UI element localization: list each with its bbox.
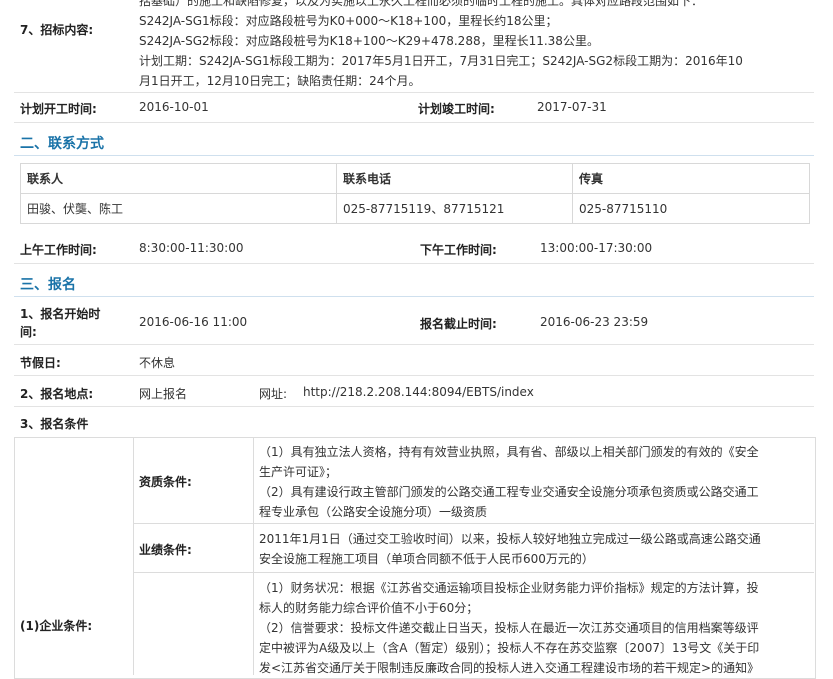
qualification-text: （1）具有独立法人资格，持有有效营业执照，具有省、部级以上相关部门颁发的有效的《… [259,442,809,522]
reg-place-label: 2、报名地点: [20,387,94,401]
contact-table-header: 联系人 联系电话 传真 [20,163,810,194]
tender-content-label: 7、招标内容: [20,23,94,37]
enterprise-conditions-label: (1)企业条件: [20,619,93,633]
holiday-label: 节假日: [20,356,61,370]
section-divider [14,155,814,156]
reg-url-label: 网址: [259,387,288,401]
reg-end-label: 报名截止时间: [420,317,497,331]
performance-line: 2011年1月1日（通过交工验收时间）以来，投标人较好地独立完成过一级公路或高速… [259,532,761,546]
contact-table: 联系人 联系电话 传真 田骏、伏龑、陈工 025-87715119、877151… [20,163,810,224]
holiday-value: 不休息 [139,356,176,370]
divider [14,344,814,345]
contact-person: 田骏、伏龑、陈工 [20,193,337,224]
enterprise-text: （1）财务状况：根据《江苏省交通运输项目投标企业财务能力评价指标》规定的方法计算… [259,578,809,678]
divider [14,375,814,376]
qualification-line: 生产许可证》； [259,465,338,479]
tender-content-line: 月1日开工，12月10日完工；缺陷责任期：24个月。 [139,74,421,88]
tender-content-line: S242JA-SG2标段：对应路段桩号为K18+100～K29+478.288，… [139,34,599,48]
divider [133,523,814,524]
enterprise-line: 标人的财务能力综合评价值不小于60分； [259,601,479,615]
contact-section-title: 二、联系方式 [20,136,104,152]
tender-content-line: 计划工期：S242JA-SG1标段工期为：2017年5月1日开工，7月31日完工… [139,54,743,68]
section-divider [14,296,814,297]
planned-start-label: 计划开工时间: [20,102,97,116]
tender-content-text: 括基础）的施工和缺陷修复，以及为实施以上永久工程而必须的临时工程的施工。具体对应… [139,0,819,91]
pm-hours-label: 下午工作时间: [420,243,497,257]
reg-start-label: 1、报名开始时 间: [20,305,100,341]
registration-section-title: 三、报名 [20,277,76,293]
divider [14,263,814,264]
contact-header-person: 联系人 [20,163,337,194]
reg-place-value: 网上报名 [139,387,188,401]
qualification-line: （2）具有建设行政主管部门颁发的公路交通工程专业交通安全设施分项承包资质或公路交… [259,485,759,499]
reg-conditions-label: 3、报名条件 [20,417,89,431]
qualification-label: 资质条件: [139,475,192,489]
reg-url-link[interactable]: http://218.2.208.144:8094/EBTS/index [303,385,534,399]
am-hours-value: 8:30:00-11:30:00 [139,241,244,255]
reg-start-label-line: 间: [20,325,37,339]
divider [14,92,814,93]
table-row: 田骏、伏龑、陈工 025-87715119、87715121 025-87715… [20,193,810,224]
divider [14,122,814,123]
enterprise-line: （1）财务状况：根据《江苏省交通运输项目投标企业财务能力评价指标》规定的方法计算… [259,581,759,595]
performance-text: 2011年1月1日（通过交工验收时间）以来，投标人较好地独立完成过一级公路或高速… [259,529,809,569]
planned-start-value: 2016-10-01 [139,100,209,114]
reg-end-value: 2016-06-23 23:59 [540,315,649,329]
contact-header-fax: 传真 [572,163,810,194]
qualification-line: 程专业承包（公路安全设施分项）一级资质 [259,505,488,519]
contact-phone: 025-87715119、87715121 [336,193,573,224]
tender-content-line: 括基础）的施工和缺陷修复，以及为实施以上永久工程而必须的临时工程的施工。具体对应… [139,0,704,8]
divider [253,437,254,675]
performance-label: 业绩条件: [139,543,192,557]
planned-end-value: 2017-07-31 [537,100,607,114]
divider [133,572,814,573]
am-hours-label: 上午工作时间: [20,243,97,257]
contact-header-phone: 联系电话 [336,163,573,194]
qualification-line: （1）具有独立法人资格，持有有效营业执照，具有省、部级以上相关部门颁发的有效的《… [259,445,759,459]
performance-line: 安全设施工程施工项目（单项合同额不低于人民币600万元的） [259,552,594,566]
enterprise-line: 定中被评为A级及以上（含A（暂定）级别）；投标人不存在苏交监察〔2007〕13号… [259,641,760,655]
divider [133,437,134,675]
enterprise-line: 发<江苏省交通厅关于限制违反廉政合同的投标人进入交通工程建设市场的若干规定>的通… [259,661,760,675]
contact-fax: 025-87715110 [572,193,810,224]
divider [14,406,814,407]
tender-content-line: S242JA-SG1标段：对应路段桩号为K0+000～K18+100，里程长约1… [139,14,558,28]
reg-start-label-line: 1、报名开始时 [20,307,101,321]
pm-hours-value: 13:00:00-17:30:00 [540,241,653,255]
reg-start-value: 2016-06-16 11:00 [139,315,248,329]
enterprise-line: （2）信誉要求：投标文件递交截止日当天，投标人在最近一次江苏交通项目的信用档案等… [259,621,759,635]
planned-end-label: 计划竣工时间: [418,102,495,116]
